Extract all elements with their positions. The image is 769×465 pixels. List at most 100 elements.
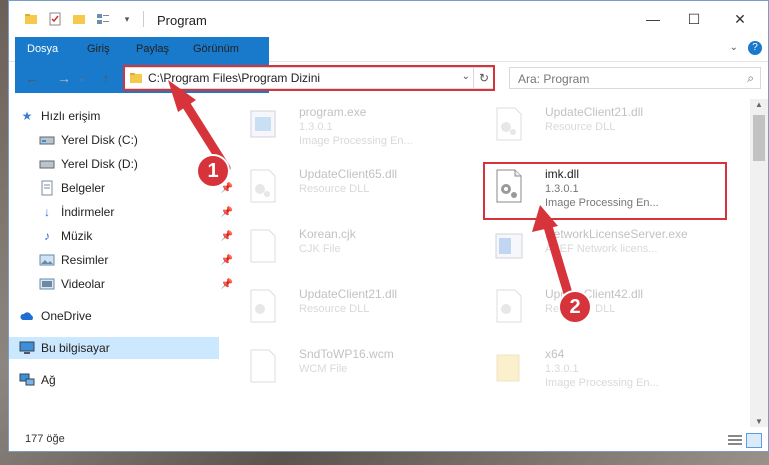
- address-path: C:\Program Files\Program Dizini: [148, 71, 321, 85]
- scroll-thumb[interactable]: [753, 115, 765, 161]
- sidebar-item-videos[interactable]: Videolar 📌: [9, 273, 239, 295]
- generic-file-icon: [250, 229, 276, 263]
- download-icon: ↓: [44, 205, 50, 219]
- customize-qat-icon[interactable]: ▾: [119, 11, 135, 27]
- sidebar-item-quick-access[interactable]: ★ Hızlı erişim: [9, 105, 219, 127]
- sidebar-item-label: Ağ: [41, 373, 56, 387]
- navigation-pane: ★ Hızlı erişim Yerel Disk (C:) Yerel Dis…: [9, 99, 233, 427]
- address-dropdown-icon[interactable]: ⌄: [462, 71, 470, 82]
- folder-icon: [496, 354, 520, 382]
- forward-icon[interactable]: →: [55, 69, 73, 87]
- close-button[interactable]: ✕: [717, 1, 763, 37]
- list-item[interactable]: UpdateClient21.dll Resource DLL: [235, 281, 465, 337]
- sidebar-item-label: Bu bilgisayar: [41, 341, 110, 355]
- up-icon[interactable]: ↑: [97, 69, 115, 87]
- tiles-view-icon[interactable]: [746, 433, 762, 448]
- folder-icon: [129, 71, 143, 88]
- explorer-window: ▾ Program — ☐ ✕ Dosya Giriş Paylaş Görün…: [8, 0, 769, 452]
- sidebar-item-this-pc[interactable]: Bu bilgisayar: [9, 337, 219, 359]
- sidebar-item-label: Hızlı erişim: [41, 109, 101, 123]
- list-item[interactable]: Korean.cjk CJK File: [235, 221, 465, 277]
- sidebar-item-label: Videolar: [61, 277, 105, 291]
- search-input[interactable]: Ara: Program ⌕: [509, 67, 761, 89]
- list-item[interactable]: NetworkLicenseServer.exe AXEF Network li…: [481, 221, 711, 277]
- dll-file-icon: [496, 107, 522, 141]
- drive-icon: [39, 156, 55, 172]
- cloud-icon: [19, 308, 35, 324]
- minimize-button[interactable]: —: [630, 1, 676, 37]
- dll-file-icon: [250, 289, 276, 323]
- file-name: x64: [545, 347, 565, 361]
- imk-highlight-box: [483, 162, 727, 220]
- file-name: UpdateClient21.dll: [299, 287, 398, 301]
- file-type: Resource DLL: [545, 121, 616, 133]
- list-item[interactable]: UpdateClient65.dll Resource DLL: [235, 161, 465, 217]
- recent-locations-icon[interactable]: ⌄: [73, 69, 91, 87]
- scroll-down-icon[interactable]: ▼: [755, 417, 763, 426]
- expand-ribbon-icon[interactable]: ⌄: [730, 42, 738, 53]
- title-separator: [143, 11, 144, 27]
- sidebar-item-label: Müzik: [61, 229, 93, 243]
- file-version: 1.3.0.1: [299, 121, 333, 133]
- folder-icon[interactable]: [23, 11, 39, 27]
- list-item[interactable]: x64 1.3.0.1 Image Processing En...: [481, 341, 711, 397]
- file-type: Resource DLL: [299, 303, 370, 315]
- quick-access-toolbar: ▾: [23, 11, 144, 27]
- sidebar-item-disk-c[interactable]: Yerel Disk (C:): [9, 129, 239, 151]
- sidebar-item-onedrive[interactable]: OneDrive: [9, 305, 219, 327]
- list-item[interactable]: UpdateClient42.dll Resource DLL: [481, 281, 711, 337]
- refresh-icon[interactable]: ↻: [473, 68, 494, 88]
- file-name: NetworkLicenseServer.exe: [545, 227, 688, 241]
- sidebar-item-pictures[interactable]: Resimler 📌: [9, 249, 239, 271]
- title-bar: ▾ Program — ☐ ✕: [9, 1, 768, 37]
- tab-share[interactable]: Paylaş: [136, 37, 169, 61]
- search-placeholder: Ara: Program: [518, 72, 590, 86]
- sidebar-item-label: OneDrive: [41, 309, 92, 323]
- sidebar-item-downloads[interactable]: ↓ İndirmeler 📌: [9, 201, 239, 223]
- file-description: Image Processing En...: [545, 377, 659, 389]
- details-view-icon[interactable]: [728, 434, 742, 449]
- help-icon[interactable]: ?: [748, 41, 762, 55]
- file-type: Resource DLL: [299, 183, 370, 195]
- list-item[interactable]: program.exe 1.3.0.1 Image Processing En.…: [235, 99, 465, 155]
- drive-icon: [39, 132, 55, 148]
- computer-icon: [19, 340, 35, 356]
- address-bar[interactable]: C:\Program Files\Program Dizini ⌄ ↻: [123, 67, 495, 89]
- list-item[interactable]: SndToWP16.wcm WCM File: [235, 341, 465, 397]
- sidebar-item-label: Yerel Disk (C:): [61, 133, 138, 147]
- exe-file-icon: [250, 110, 276, 138]
- sidebar-item-network[interactable]: Ağ: [9, 369, 219, 391]
- sidebar-item-label: Belgeler: [61, 181, 106, 195]
- properties-icon[interactable]: [47, 11, 63, 27]
- status-bar: 177 öğe: [9, 429, 768, 451]
- new-folder-icon[interactable]: [71, 11, 87, 27]
- file-name: Korean.cjk: [299, 227, 356, 241]
- file-name: SndToWP16.wcm: [299, 347, 394, 361]
- list-item[interactable]: UpdateClient21.dll Resource DLL: [481, 99, 711, 155]
- tab-view[interactable]: Görünüm: [193, 37, 239, 61]
- file-name: UpdateClient65.dll: [299, 167, 398, 181]
- dll-file-icon: [250, 169, 276, 203]
- sidebar-item-label: İndirmeler: [61, 205, 115, 219]
- tab-home[interactable]: Giriş: [87, 37, 110, 61]
- file-type: CJK File: [299, 243, 341, 255]
- navigation-bar: ← → ⌄ ↑ C:\Program Files\Program Dizini …: [9, 63, 768, 95]
- file-name: program.exe: [299, 105, 367, 119]
- item-count: 177 öğe: [25, 433, 65, 445]
- videos-icon: [39, 276, 55, 292]
- file-version: 1.3.0.1: [545, 363, 579, 375]
- back-icon[interactable]: ←: [23, 69, 41, 87]
- window-title: Program: [157, 13, 207, 28]
- file-type: WCM File: [299, 363, 348, 375]
- documents-icon: [39, 180, 55, 196]
- dll-file-icon: [496, 289, 522, 323]
- vertical-scrollbar[interactable]: ▲ ▼: [750, 99, 768, 427]
- sidebar-item-music[interactable]: ♪ Müzik 📌: [9, 225, 239, 247]
- network-icon: [19, 372, 35, 388]
- generic-file-icon: [250, 349, 276, 383]
- scroll-up-icon[interactable]: ▲: [755, 100, 763, 109]
- exe-file-icon: [495, 233, 523, 259]
- star-icon: ★: [21, 109, 33, 123]
- maximize-button[interactable]: ☐: [671, 1, 717, 37]
- view-icon[interactable]: [95, 11, 111, 27]
